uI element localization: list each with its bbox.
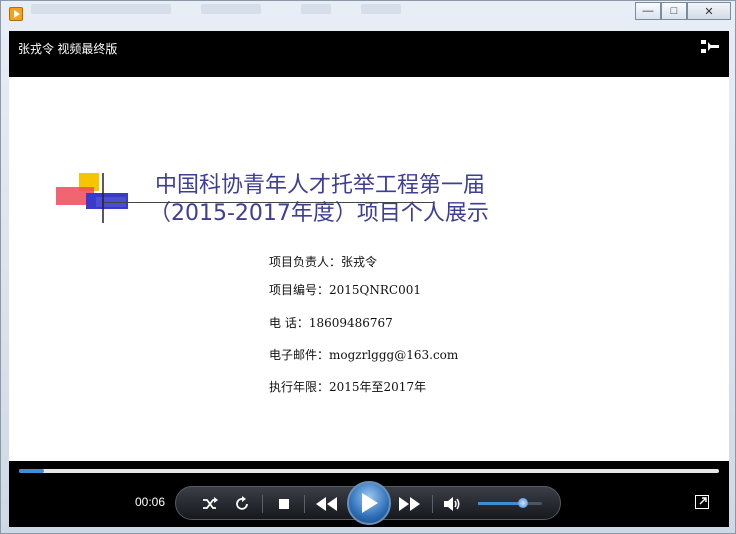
info-email: 电子邮件：mogzrlggg@163.com (269, 348, 459, 362)
media-player-icon (9, 7, 23, 21)
play-button[interactable] (347, 481, 391, 525)
shuffle-icon[interactable] (202, 496, 218, 512)
slide-title: 中国科协青年人才托举工程第一届 （2015-2017年度）项目个人展示 (149, 172, 489, 228)
control-bar: 00:06 (9, 481, 729, 527)
minimize-button[interactable]: — (635, 2, 661, 20)
close-button[interactable]: ✕ (687, 2, 731, 20)
background-tab (361, 4, 401, 14)
fullscreen-icon[interactable] (695, 495, 709, 509)
elapsed-time: 00:06 (135, 495, 166, 509)
background-tab (31, 4, 171, 14)
info-project-number: 项目编号：2015QNRC001 (269, 283, 421, 297)
info-phone: 电 话：18609486767 (269, 316, 393, 330)
window-controls: — □ ✕ (635, 2, 731, 20)
seek-progress (19, 469, 44, 473)
slide-title-line-2: （2015-2017年度）项目个人展示 (149, 201, 489, 226)
background-tab (201, 4, 261, 14)
volume-level (478, 502, 523, 505)
player-window: — □ ✕ 张戎令 视频最终版 中国科协青年人才托举工程第一届 （2015-20… (0, 0, 736, 534)
volume-thumb[interactable] (517, 498, 528, 508)
title-bar[interactable]: — □ ✕ (1, 1, 735, 25)
player-top-bar: 张戎令 视频最终版 (9, 31, 729, 77)
slide-decoration (56, 173, 128, 223)
title-divider (104, 202, 434, 203)
volume-slider[interactable] (478, 498, 542, 508)
playlist-toggle-icon[interactable] (701, 39, 719, 55)
volume-icon[interactable] (444, 496, 462, 512)
maximize-button[interactable]: □ (661, 2, 687, 20)
info-period: 执行年限：2015年至2017年 (269, 380, 427, 394)
repeat-icon[interactable] (234, 496, 250, 512)
video-stage[interactable]: 中国科协青年人才托举工程第一届 （2015-2017年度）项目个人展示 项目负责… (9, 77, 729, 461)
play-icon (362, 493, 378, 513)
slide-title-line-1: 中国科协青年人才托举工程第一届 (155, 173, 486, 198)
info-leader: 项目负责人：张戎令 (269, 255, 378, 269)
next-icon[interactable] (398, 497, 420, 511)
transport-controls (175, 481, 561, 525)
seek-area (9, 461, 729, 481)
separator (262, 495, 263, 513)
separator (432, 495, 433, 513)
video-title: 张戎令 视频最终版 (18, 42, 118, 56)
media-player: 张戎令 视频最终版 中国科协青年人才托举工程第一届 （2015-2017年度）项… (9, 31, 729, 527)
separator (304, 495, 305, 513)
previous-icon[interactable] (316, 497, 338, 511)
seek-bar[interactable] (19, 469, 719, 473)
stop-icon[interactable] (278, 498, 290, 510)
background-tab (301, 4, 331, 14)
